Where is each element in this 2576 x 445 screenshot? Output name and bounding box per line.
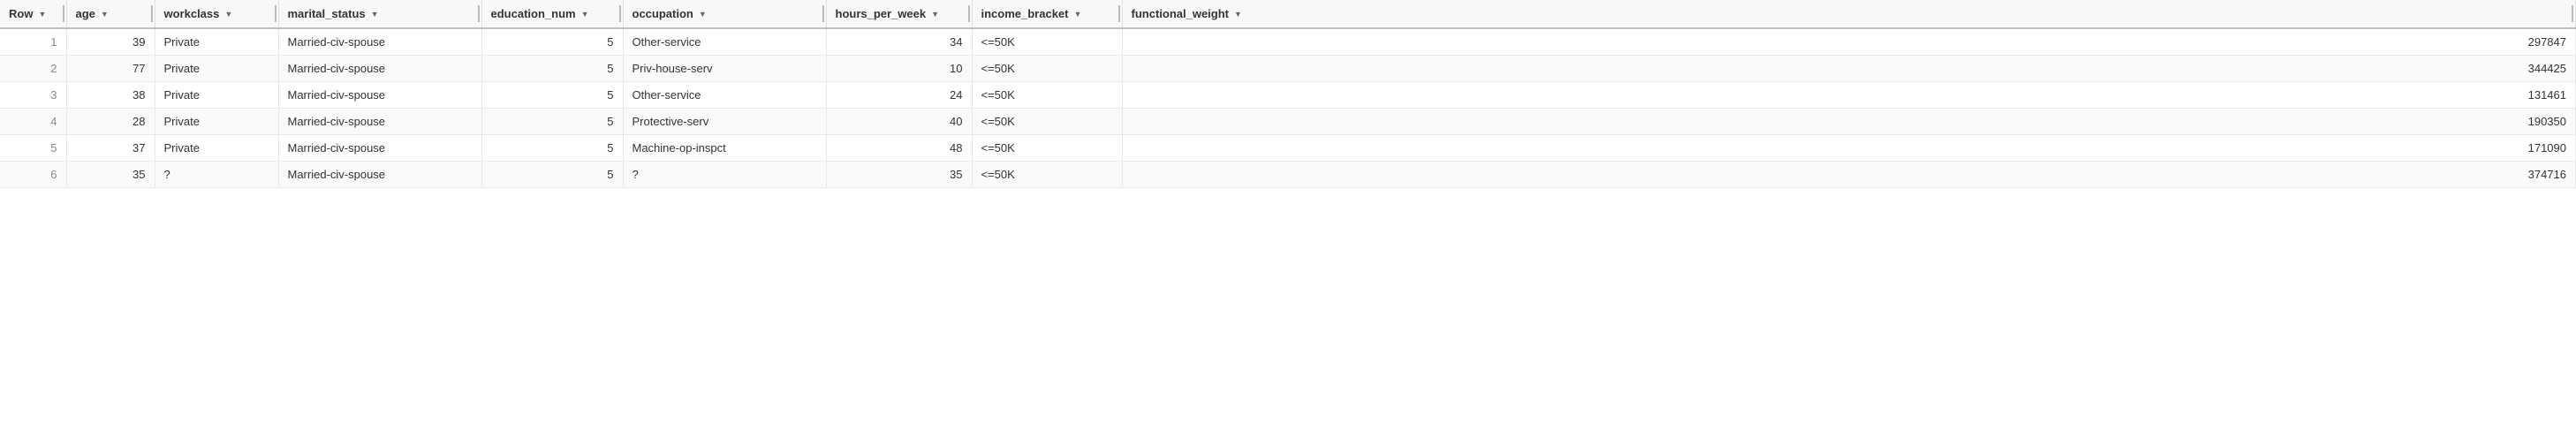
sort-icon-marital-status[interactable] bbox=[371, 10, 379, 19]
resize-handle-marital-status[interactable] bbox=[476, 0, 481, 27]
cell-income-bracket: <=50K bbox=[972, 28, 1122, 56]
cell-functional-weight: 131461 bbox=[1122, 82, 2576, 109]
cell-age: 38 bbox=[66, 82, 155, 109]
col-label-age: age bbox=[76, 7, 95, 20]
cell-marital-status: Married-civ-spouse bbox=[278, 162, 481, 188]
table-row[interactable]: 428PrivateMarried-civ-spouse5Protective-… bbox=[0, 109, 2576, 135]
cell-occupation: Other-service bbox=[623, 28, 826, 56]
cell-row: 3 bbox=[0, 82, 66, 109]
col-header-education-num[interactable]: education_num bbox=[481, 0, 623, 28]
sort-icon-age[interactable] bbox=[101, 10, 109, 19]
cell-age: 35 bbox=[66, 162, 155, 188]
cell-income-bracket: <=50K bbox=[972, 109, 1122, 135]
cell-occupation: ? bbox=[623, 162, 826, 188]
col-label-income-bracket: income_bracket bbox=[981, 7, 1069, 20]
cell-row: 6 bbox=[0, 162, 66, 188]
col-header-income-bracket[interactable]: income_bracket bbox=[972, 0, 1122, 28]
cell-marital-status: Married-civ-spouse bbox=[278, 135, 481, 162]
col-header-age[interactable]: age bbox=[66, 0, 155, 28]
col-label-row: Row bbox=[9, 7, 33, 20]
resize-handle-hours-per-week[interactable] bbox=[966, 0, 972, 27]
cell-education-num: 5 bbox=[481, 135, 623, 162]
col-header-occupation[interactable]: occupation bbox=[623, 0, 826, 28]
cell-education-num: 5 bbox=[481, 162, 623, 188]
table-row[interactable]: 537PrivateMarried-civ-spouse5Machine-op-… bbox=[0, 135, 2576, 162]
cell-functional-weight: 374716 bbox=[1122, 162, 2576, 188]
resize-handle-education-num[interactable] bbox=[617, 0, 623, 27]
cell-hours-per-week: 35 bbox=[826, 162, 972, 188]
cell-hours-per-week: 40 bbox=[826, 109, 972, 135]
cell-hours-per-week: 10 bbox=[826, 56, 972, 82]
cell-row: 5 bbox=[0, 135, 66, 162]
cell-row: 1 bbox=[0, 28, 66, 56]
resize-handle-occupation[interactable] bbox=[821, 0, 826, 27]
col-header-functional-weight[interactable]: functional_weight bbox=[1122, 0, 2576, 28]
cell-income-bracket: <=50K bbox=[972, 56, 1122, 82]
cell-workclass: Private bbox=[155, 82, 278, 109]
cell-marital-status: Married-civ-spouse bbox=[278, 82, 481, 109]
col-label-hours-per-week: hours_per_week bbox=[836, 7, 927, 20]
data-table: Row age workclass bbox=[0, 0, 2576, 188]
cell-row: 4 bbox=[0, 109, 66, 135]
sort-icon-functional-weight[interactable] bbox=[1234, 10, 1242, 19]
sort-icon-occupation[interactable] bbox=[699, 10, 707, 19]
col-label-occupation: occupation bbox=[633, 7, 693, 20]
cell-occupation: Machine-op-inspct bbox=[623, 135, 826, 162]
resize-handle-row[interactable] bbox=[61, 0, 66, 27]
cell-age: 39 bbox=[66, 28, 155, 56]
cell-occupation: Other-service bbox=[623, 82, 826, 109]
cell-functional-weight: 171090 bbox=[1122, 135, 2576, 162]
table-row[interactable]: 338PrivateMarried-civ-spouse5Other-servi… bbox=[0, 82, 2576, 109]
sort-icon-row[interactable] bbox=[38, 10, 46, 19]
resize-handle-workclass[interactable] bbox=[273, 0, 278, 27]
cell-income-bracket: <=50K bbox=[972, 82, 1122, 109]
cell-hours-per-week: 34 bbox=[826, 28, 972, 56]
resize-handle-functional-weight[interactable] bbox=[2570, 0, 2575, 27]
cell-age: 77 bbox=[66, 56, 155, 82]
cell-functional-weight: 297847 bbox=[1122, 28, 2576, 56]
cell-age: 28 bbox=[66, 109, 155, 135]
col-header-marital-status[interactable]: marital_status bbox=[278, 0, 481, 28]
cell-education-num: 5 bbox=[481, 56, 623, 82]
col-label-education-num: education_num bbox=[491, 7, 576, 20]
col-header-workclass[interactable]: workclass bbox=[155, 0, 278, 28]
cell-education-num: 5 bbox=[481, 109, 623, 135]
resize-handle-income-bracket[interactable] bbox=[1117, 0, 1122, 27]
cell-marital-status: Married-civ-spouse bbox=[278, 56, 481, 82]
cell-occupation: Protective-serv bbox=[623, 109, 826, 135]
col-label-marital-status: marital_status bbox=[288, 7, 366, 20]
table-row[interactable]: 277PrivateMarried-civ-spouse5Priv-house-… bbox=[0, 56, 2576, 82]
cell-workclass: Private bbox=[155, 109, 278, 135]
table-row[interactable]: 139PrivateMarried-civ-spouse5Other-servi… bbox=[0, 28, 2576, 56]
sort-icon-income-bracket[interactable] bbox=[1074, 10, 1082, 19]
cell-income-bracket: <=50K bbox=[972, 162, 1122, 188]
cell-functional-weight: 344425 bbox=[1122, 56, 2576, 82]
cell-marital-status: Married-civ-spouse bbox=[278, 109, 481, 135]
cell-marital-status: Married-civ-spouse bbox=[278, 28, 481, 56]
sort-icon-education-num[interactable] bbox=[581, 10, 589, 19]
resize-handle-age[interactable] bbox=[149, 0, 155, 27]
cell-workclass: Private bbox=[155, 28, 278, 56]
sort-icon-workclass[interactable] bbox=[224, 10, 232, 19]
col-header-row[interactable]: Row bbox=[0, 0, 66, 28]
col-label-workclass: workclass bbox=[164, 7, 220, 20]
cell-hours-per-week: 48 bbox=[826, 135, 972, 162]
cell-education-num: 5 bbox=[481, 82, 623, 109]
col-label-functional-weight: functional_weight bbox=[1132, 7, 1230, 20]
sort-icon-hours-per-week[interactable] bbox=[931, 10, 939, 19]
cell-workclass: ? bbox=[155, 162, 278, 188]
col-header-hours-per-week[interactable]: hours_per_week bbox=[826, 0, 972, 28]
table-header-row: Row age workclass bbox=[0, 0, 2576, 28]
cell-age: 37 bbox=[66, 135, 155, 162]
cell-workclass: Private bbox=[155, 56, 278, 82]
cell-occupation: Priv-house-serv bbox=[623, 56, 826, 82]
cell-row: 2 bbox=[0, 56, 66, 82]
cell-income-bracket: <=50K bbox=[972, 135, 1122, 162]
cell-education-num: 5 bbox=[481, 28, 623, 56]
cell-workclass: Private bbox=[155, 135, 278, 162]
cell-hours-per-week: 24 bbox=[826, 82, 972, 109]
table-row[interactable]: 635?Married-civ-spouse5?35<=50K374716 bbox=[0, 162, 2576, 188]
cell-functional-weight: 190350 bbox=[1122, 109, 2576, 135]
